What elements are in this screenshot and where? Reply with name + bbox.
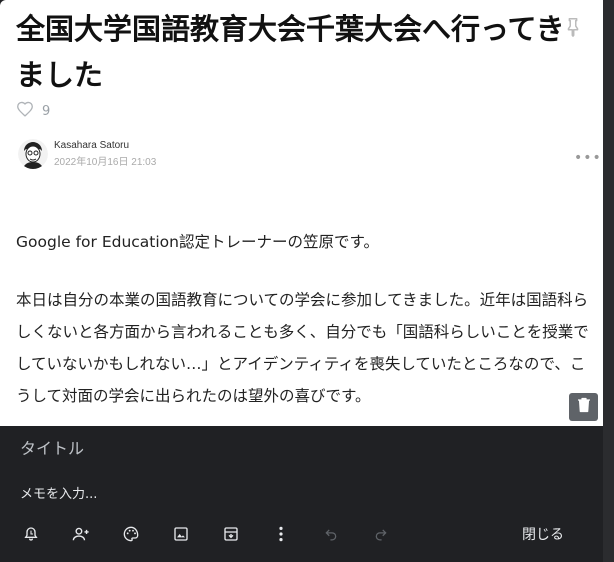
avatar[interactable]	[18, 139, 48, 169]
collaborator-icon[interactable]	[70, 523, 92, 545]
author-name[interactable]: Kasahara Satoru	[54, 140, 156, 151]
author-info: Kasahara Satoru 2022年10月16日 21:03	[18, 139, 156, 169]
redo-icon[interactable]	[370, 523, 392, 545]
pin-icon[interactable]	[562, 16, 584, 38]
note-title-input[interactable]: タイトル	[20, 435, 84, 459]
publish-date: 2022年10月16日 21:03	[54, 157, 157, 168]
like-area[interactable]: 9	[16, 101, 50, 121]
trash-icon	[577, 397, 591, 417]
note-editor: タイトル メモを入力... 閉じる	[6, 426, 603, 552]
undo-icon[interactable]	[320, 523, 342, 545]
palette-icon[interactable]	[120, 523, 142, 545]
heart-icon[interactable]	[16, 101, 34, 121]
close-button[interactable]: 閉じる	[514, 524, 572, 544]
reminder-icon[interactable]	[20, 523, 42, 545]
window-edge	[603, 0, 614, 562]
more-vert-icon[interactable]	[270, 523, 292, 545]
article-view: 全国大学国語教育大会千葉大会へ行ってきました 9 Kasahara Satoru…	[0, 0, 604, 426]
more-horiz-icon[interactable]: •••	[574, 150, 602, 166]
delete-button[interactable]	[569, 393, 598, 421]
paragraph: Google for Education認定トレーナーの笠原です。	[16, 233, 379, 251]
archive-icon[interactable]	[220, 523, 242, 545]
article-title: 全国大学国語教育大会千葉大会へ行ってきました	[16, 12, 565, 92]
like-count: 9	[42, 103, 51, 119]
note-toolbar: 閉じる	[6, 521, 603, 547]
note-body-input[interactable]: メモを入力...	[20, 483, 97, 502]
paragraph: 本日は自分の本業の国語教育についての学会に参加してきました。近年は国語科らしくな…	[16, 291, 589, 405]
image-icon[interactable]	[170, 523, 192, 545]
article-body: Google for Education認定トレーナーの笠原です。 本日は自分の…	[16, 226, 591, 412]
